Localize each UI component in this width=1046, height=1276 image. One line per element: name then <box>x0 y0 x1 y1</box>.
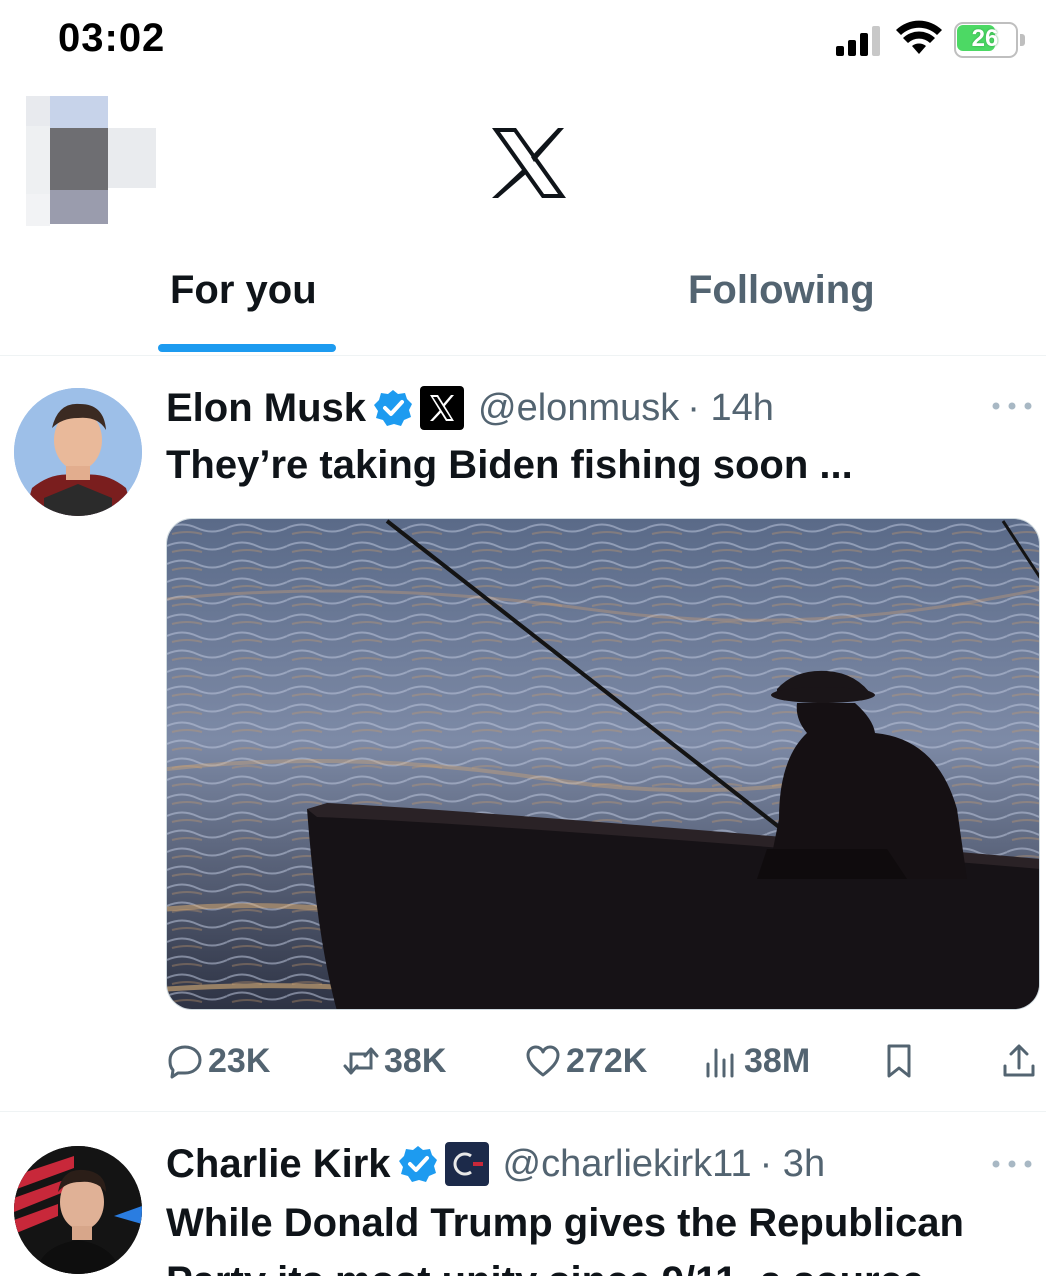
tab-for-you[interactable]: For you <box>170 268 317 313</box>
cellular-signal-icon <box>836 26 880 56</box>
like-button[interactable]: 272K <box>524 1036 647 1086</box>
elon-musk-avatar-image <box>14 388 142 516</box>
share-button[interactable] <box>1000 1036 1038 1086</box>
reply-button[interactable]: 23K <box>166 1036 270 1086</box>
heart-icon <box>526 1045 560 1077</box>
wifi-icon <box>896 20 942 54</box>
tweet-media-photo[interactable] <box>166 518 1040 1010</box>
verified-badge-icon <box>398 1146 437 1182</box>
like-count: 272K <box>566 1041 648 1080</box>
timeline-tabs: For you Following <box>0 250 1046 356</box>
charlie-kirk-avatar-image <box>14 1146 142 1274</box>
tweet[interactable]: Elon Musk @elonmusk · 14h They’re taking… <box>0 356 1046 1112</box>
handle[interactable]: @charliekirk11 <box>503 1143 752 1186</box>
x-logo-icon[interactable] <box>488 126 568 200</box>
repost-button[interactable]: 38K <box>342 1036 446 1086</box>
views-count: 38M <box>744 1041 811 1080</box>
bookmark-button[interactable] <box>880 1036 918 1086</box>
share-icon <box>1003 1044 1035 1077</box>
repost-count: 38K <box>384 1041 447 1080</box>
battery-level: 26 <box>971 25 999 52</box>
display-name[interactable]: Charlie Kirk <box>166 1142 391 1187</box>
verified-badge-icon <box>374 390 413 426</box>
views-button[interactable]: 38M <box>702 1036 810 1086</box>
tweet-time[interactable]: · 14h <box>687 387 774 430</box>
profile-avatar-button[interactable] <box>26 96 156 226</box>
tweet-actions: 23K 38K 272K 38M <box>166 1036 1040 1086</box>
views-chart-icon <box>706 1048 734 1078</box>
status-time: 03:02 <box>58 16 166 60</box>
reply-icon <box>168 1045 202 1079</box>
affiliation-badge-icon[interactable] <box>420 386 465 430</box>
avatar[interactable] <box>14 388 142 516</box>
tweet-header: Charlie Kirk @charliekirk11 · 3h <box>166 1136 825 1192</box>
active-tab-indicator <box>158 344 336 352</box>
status-bar: 03:02 26 <box>0 0 1046 80</box>
tab-following[interactable]: Following <box>688 268 875 313</box>
display-name[interactable]: Elon Musk <box>166 386 366 431</box>
tweet-header: Elon Musk @elonmusk · 14h <box>166 380 774 436</box>
reply-count: 23K <box>208 1041 271 1080</box>
tweet[interactable]: Charlie Kirk @charliekirk11 · 3h While D… <box>0 1112 1046 1276</box>
tweet-time[interactable]: · 3h <box>760 1143 825 1186</box>
handle[interactable]: @elonmusk <box>478 387 679 430</box>
avatar[interactable] <box>14 1146 142 1274</box>
repost-icon <box>343 1047 379 1075</box>
battery-icon: 26 <box>954 22 1026 58</box>
photo-icon <box>167 519 1039 1009</box>
affiliation-badge-icon[interactable] <box>444 1142 489 1186</box>
bookmark-icon <box>887 1044 911 1078</box>
more-options-icon[interactable] <box>990 396 1034 416</box>
tweet-text: While Donald Trump gives the Republican … <box>166 1201 964 1276</box>
tweet-text: They’re taking Biden fishing soon ... <box>166 443 853 487</box>
more-options-icon[interactable] <box>990 1154 1034 1174</box>
